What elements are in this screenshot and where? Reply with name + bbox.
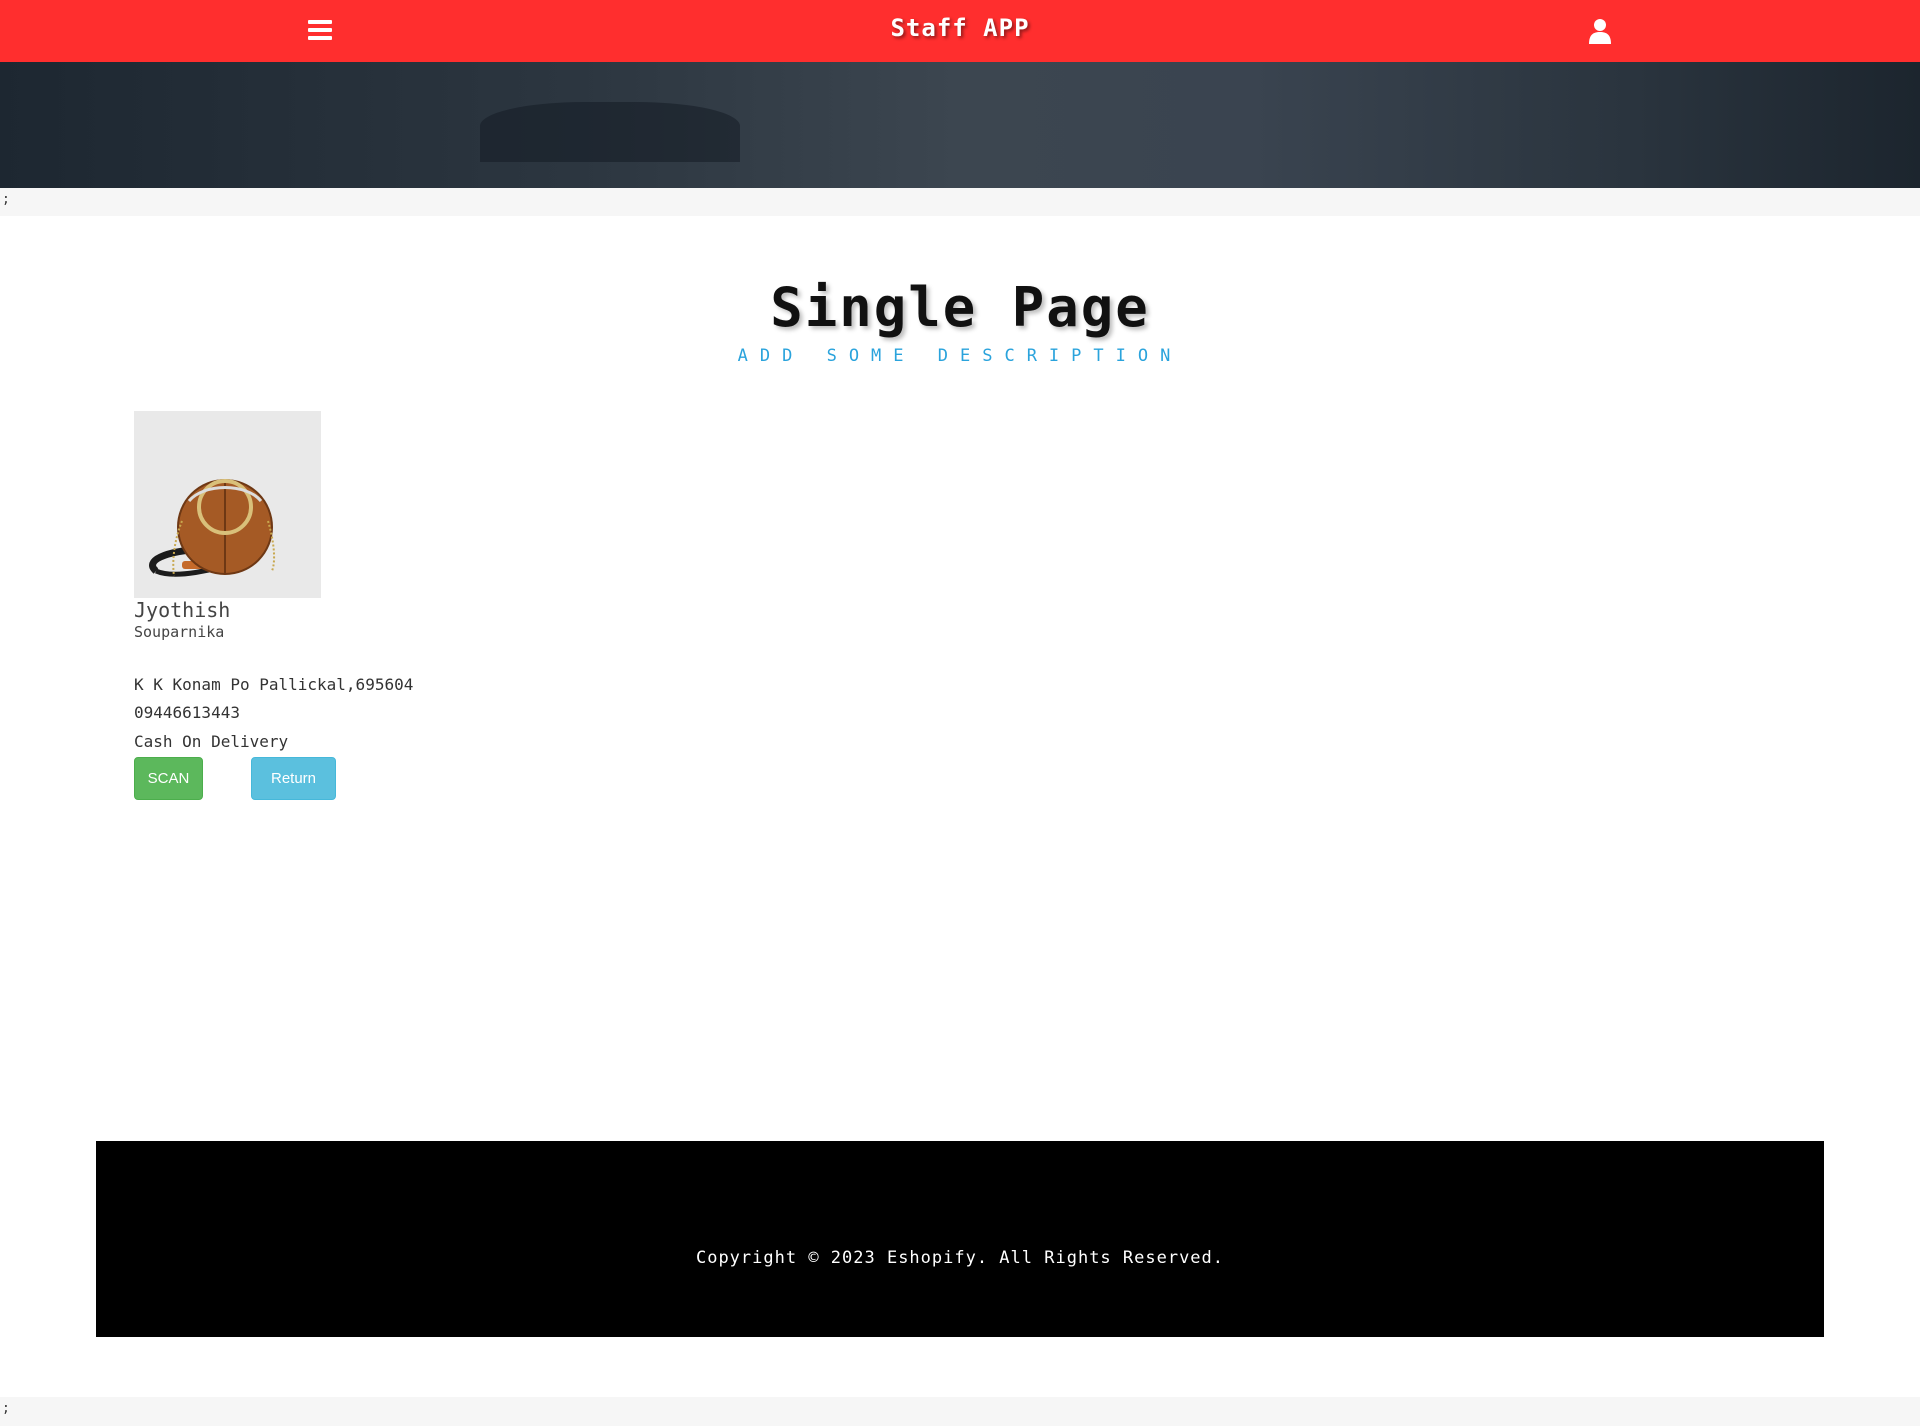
copyright-text: Copyright © 2023 Eshopify. All Rights Re… <box>695 1248 1225 1268</box>
stray-semicolon-bottom: ; <box>2 1401 10 1416</box>
footer: Copyright © 2023 Eshopify. All Rights Re… <box>96 1141 1824 1337</box>
page-title: Single Page <box>770 276 1150 339</box>
customer-phone: 09446613443 <box>134 703 240 722</box>
hero-shape <box>480 102 740 162</box>
customer-name: Jyothish <box>134 598 231 622</box>
stray-semicolon: ; <box>2 192 10 207</box>
customer-address: K K Konam Po Pallickal,695604 <box>134 675 414 694</box>
hero-strip <box>0 188 1920 216</box>
payment-method: Cash On Delivery <box>134 732 289 751</box>
product-image <box>134 411 321 598</box>
app-title: Staff APP <box>890 14 1030 42</box>
bottom-strip <box>0 1397 1920 1426</box>
user-icon[interactable] <box>1588 18 1612 44</box>
page-description: ADD SOME DESCRIPTION <box>737 346 1183 366</box>
top-navbar: Staff APP <box>0 0 1920 62</box>
house-name: Souparnika <box>134 623 225 641</box>
hero-banner <box>0 62 1920 188</box>
scan-button[interactable]: SCAN <box>134 757 203 800</box>
return-button[interactable]: Return <box>251 757 336 800</box>
